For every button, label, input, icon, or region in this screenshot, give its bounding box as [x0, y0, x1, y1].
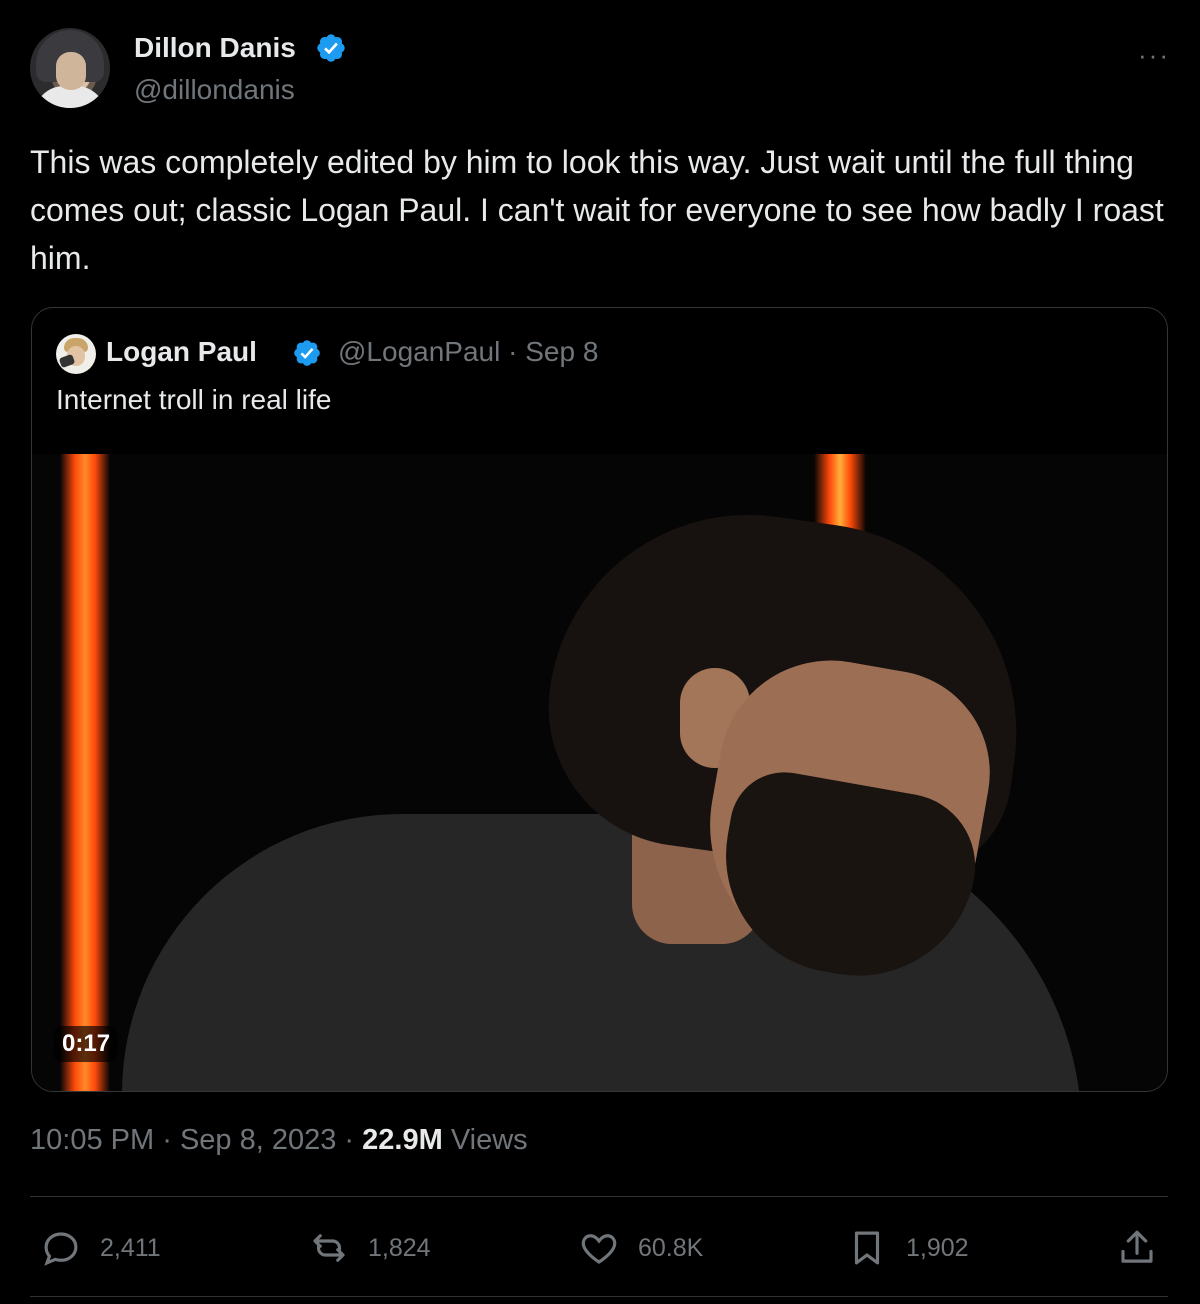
quoted-tweet-meta: @LoganPaul · Sep 8 — [338, 336, 598, 368]
bookmark-icon — [854, 1231, 880, 1265]
views-label: Views — [450, 1124, 528, 1156]
meta-separator: · — [508, 336, 518, 367]
more-options-button[interactable]: ··· — [1138, 40, 1170, 71]
author-handle[interactable]: @dillondanis — [134, 74, 295, 106]
share-button[interactable] — [1116, 1220, 1158, 1276]
like-count: 60.8K — [638, 1233, 704, 1262]
author-name[interactable]: Dillon Danis — [134, 32, 296, 64]
like-button[interactable]: 60.8K — [578, 1220, 703, 1276]
neon-light-left — [60, 454, 110, 1091]
video-duration-badge: 0:17 — [54, 1026, 119, 1062]
share-icon — [1121, 1230, 1153, 1263]
tweet-header: Dillon Danis @dillondanis ··· — [30, 28, 1170, 110]
author-avatar[interactable] — [30, 28, 110, 108]
quoted-tweet-card[interactable]: Logan Paul @LoganPaul · Sep 8 Internet t… — [31, 307, 1168, 1092]
quoted-tweet-header: Logan Paul @LoganPaul · Sep 8 — [56, 334, 1056, 374]
views-separator: · — [344, 1124, 355, 1156]
divider-top — [30, 1196, 1168, 1197]
neon-light-right — [814, 454, 866, 534]
reply-count: 2,411 — [100, 1233, 161, 1262]
bookmark-count: 1,902 — [906, 1233, 969, 1262]
tweet-time[interactable]: 10:05 PM — [30, 1124, 154, 1156]
quoted-author-handle[interactable]: @LoganPaul — [338, 336, 500, 367]
repost-icon — [313, 1234, 345, 1262]
timestamp-separator: · — [162, 1124, 172, 1156]
quoted-author-name[interactable]: Logan Paul — [106, 336, 257, 368]
repost-count: 1,824 — [368, 1233, 431, 1262]
heart-icon — [581, 1234, 617, 1264]
reply-button[interactable]: 2,411 — [40, 1220, 161, 1276]
reply-icon — [44, 1232, 78, 1266]
bookmark-button[interactable]: 1,902 — [846, 1220, 969, 1276]
views-count: 22.9M — [362, 1124, 443, 1156]
divider-bottom — [30, 1296, 1168, 1297]
quoted-verified-badge-icon — [294, 340, 320, 366]
tweet-text: This was completely edited by him to loo… — [30, 144, 1164, 276]
quoted-tweet-date[interactable]: Sep 8 — [525, 336, 598, 367]
repost-button[interactable]: 1,824 — [308, 1220, 431, 1276]
quoted-tweet-text: Internet troll in real life — [56, 384, 332, 415]
action-bar: 2,411 1,824 60.8K 1,902 — [30, 1220, 1168, 1276]
quoted-author-avatar[interactable] — [56, 334, 96, 374]
tweet-timestamp: 10:05 PM · Sep 8, 2023 · 22.9M Views — [30, 1124, 528, 1157]
tweet-date[interactable]: Sep 8, 2023 — [180, 1124, 336, 1156]
verified-badge-icon — [317, 34, 345, 62]
video-player[interactable]: 0:17 — [32, 454, 1167, 1091]
